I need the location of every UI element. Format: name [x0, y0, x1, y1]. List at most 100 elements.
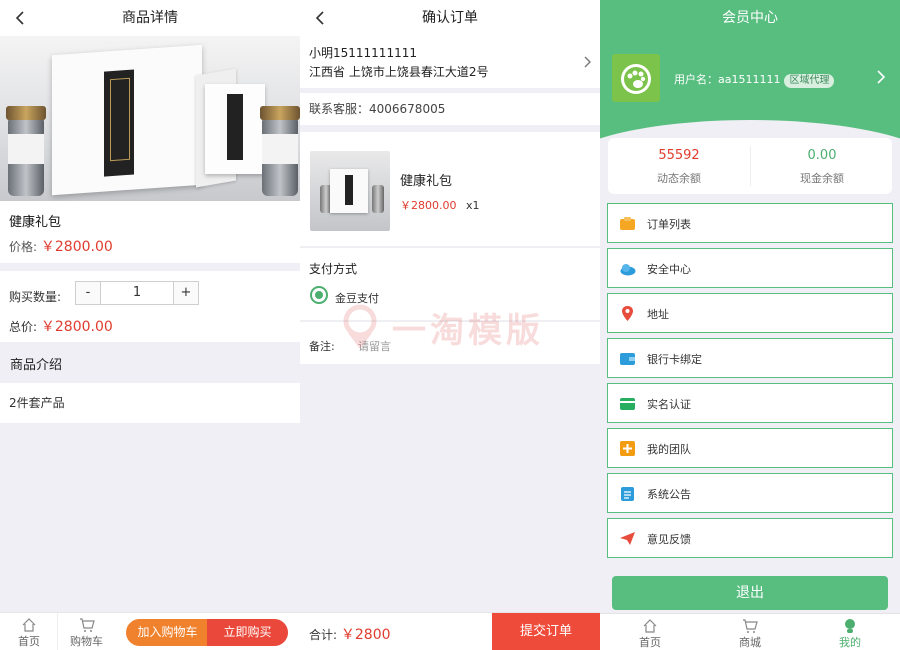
product-info: 健康礼包 价格: ￥2800.00	[0, 201, 300, 263]
dynamic-balance-value: 55592	[658, 148, 700, 163]
item-price: ￥2800.00	[400, 199, 457, 212]
nav-mall[interactable]: 商城	[700, 614, 800, 650]
price-label: 价格:	[9, 240, 38, 254]
add-to-cart-button[interactable]: 加入购物车	[126, 619, 209, 646]
dynamic-balance[interactable]: 55592 动态余额	[608, 138, 750, 194]
page-title: 确认订单	[422, 10, 478, 26]
product-detail-screen: 商品详情 健康礼包 价格: ￥2800.00 购买数量: - 1 + 总价: ￥…	[0, 0, 300, 650]
shipping-address: 江西省 上饶市上饶县春江大道2号	[309, 65, 489, 79]
quantity-input[interactable]: 1	[100, 282, 174, 304]
increase-button[interactable]: +	[174, 282, 198, 304]
intro-body: 2件套产品	[0, 383, 300, 423]
cash-balance-label: 现金余额	[800, 172, 844, 185]
note-input[interactable]: 请留言	[358, 338, 391, 354]
payment-option-label[interactable]: 金豆支付	[335, 290, 379, 306]
decrease-button[interactable]: -	[76, 282, 100, 304]
menu-system-notice[interactable]: 系统公告	[607, 473, 893, 513]
team-plus-icon	[620, 441, 635, 456]
menu-real-name-auth[interactable]: 实名认证	[607, 383, 893, 423]
cash-balance[interactable]: 0.00 现金余额	[750, 146, 892, 186]
notice-clipboard-icon	[621, 487, 634, 501]
note-label: 备注:	[309, 340, 335, 353]
nav-me-label: 我的	[839, 636, 861, 649]
avatar[interactable]	[612, 54, 660, 102]
member-bottom-nav: 首页 商城 我的	[600, 613, 900, 650]
order-total: 合计: ￥2800	[309, 624, 391, 644]
nav-me[interactable]: 我的	[800, 614, 900, 650]
menu-label: 地址	[647, 308, 669, 321]
nav-cart-label: 购物车	[70, 635, 103, 648]
page-title: 会员中心	[722, 10, 778, 26]
menu-label: 系统公告	[647, 488, 691, 501]
total-label: 总价:	[9, 320, 38, 334]
cart-icon	[743, 619, 758, 633]
order-bottom-bar: 合计: ￥2800 提交订单	[300, 612, 600, 650]
customer-service[interactable]: 联系客服：4006678005	[300, 93, 600, 125]
menu-address[interactable]: 地址	[607, 293, 893, 333]
chevron-right-icon[interactable]	[877, 70, 886, 84]
intro-title: 商品介绍	[10, 358, 63, 373]
paw-avatar-icon	[612, 54, 660, 102]
item-thumbnail	[310, 151, 390, 231]
username: 用户名：aa1511111	[674, 73, 781, 86]
menu-feedback[interactable]: 意见反馈	[607, 518, 893, 558]
member-center-screen: 会员中心 用户名：aa1511111 区域代理 55592 动态余额 0.00 现…	[600, 0, 900, 650]
detail-header: 商品详情	[0, 0, 300, 36]
logout-button[interactable]: 退出	[612, 576, 888, 610]
item-quantity: x1	[466, 199, 480, 212]
address-card[interactable]: 小明15111111111 江西省 上饶市上饶县春江大道2号	[300, 36, 600, 88]
submit-order-button[interactable]: 提交订单	[492, 613, 600, 650]
order-total-label: 合计:	[309, 628, 338, 642]
menu-security-center[interactable]: 安全中心	[607, 248, 893, 288]
nav-home[interactable]: 首页	[0, 613, 58, 650]
cash-balance-value: 0.00	[807, 148, 837, 163]
menu-label: 安全中心	[647, 263, 691, 276]
wallet-icon	[620, 353, 635, 365]
page-title: 商品详情	[122, 10, 178, 26]
menu-bank-card[interactable]: 银行卡绑定	[607, 338, 893, 378]
confirm-order-screen: 确认订单 小明15111111111 江西省 上饶市上饶县春江大道2号 联系客服…	[300, 0, 600, 650]
chevron-left-icon	[15, 11, 24, 25]
chevron-right-icon	[584, 56, 591, 68]
user-info: 用户名：aa1511111 区域代理	[674, 71, 835, 88]
payment-radio[interactable]	[310, 286, 328, 304]
id-card-icon	[620, 398, 635, 410]
cart-icon	[79, 618, 95, 632]
item-name: 健康礼包	[400, 174, 453, 189]
home-icon	[22, 618, 36, 632]
order-header: 确认订单	[300, 0, 600, 36]
product-price: ￥2800.00	[40, 239, 113, 255]
buy-now-button[interactable]: 立即购买	[207, 619, 288, 646]
menu-my-team[interactable]: 我的团队	[607, 428, 893, 468]
note-row: 备注: 请留言	[300, 321, 600, 364]
user-icon	[845, 619, 855, 633]
menu-order-list[interactable]: 订单列表	[607, 203, 893, 243]
order-list-icon	[620, 217, 635, 230]
item-price-row: ￥2800.00 x1	[400, 197, 480, 213]
nav-mall-label: 商城	[739, 636, 761, 649]
quantity-stepper: - 1 +	[75, 281, 199, 305]
home-icon	[643, 619, 657, 633]
order-total-value: ￥2800	[340, 627, 391, 643]
product-jar-image	[260, 106, 300, 196]
dynamic-balance-label: 动态余额	[657, 172, 701, 185]
menu-label: 意见反馈	[647, 533, 691, 546]
back-button[interactable]	[310, 0, 330, 36]
nav-cart[interactable]: 购物车	[57, 613, 115, 650]
quantity-label: 购买数量:	[9, 290, 62, 304]
menu-label: 订单列表	[647, 218, 691, 231]
menu-label: 我的团队	[647, 443, 691, 456]
back-button[interactable]	[10, 0, 30, 36]
balance-card: 55592 动态余额 0.00 现金余额	[608, 138, 892, 194]
product-small-box-image	[205, 84, 265, 174]
total-row: 总价: ￥2800.00	[9, 316, 113, 336]
nav-home-label: 首页	[639, 636, 661, 649]
nav-home[interactable]: 首页	[600, 614, 700, 650]
product-carousel[interactable]	[0, 36, 300, 201]
nav-home-label: 首页	[18, 635, 40, 648]
product-name: 健康礼包	[9, 215, 62, 230]
role-badge: 区域代理	[784, 74, 835, 88]
order-item: 健康礼包 ￥2800.00 x1	[300, 132, 600, 246]
product-jar-image	[6, 106, 46, 196]
payment-title: 支付方式	[309, 262, 358, 276]
